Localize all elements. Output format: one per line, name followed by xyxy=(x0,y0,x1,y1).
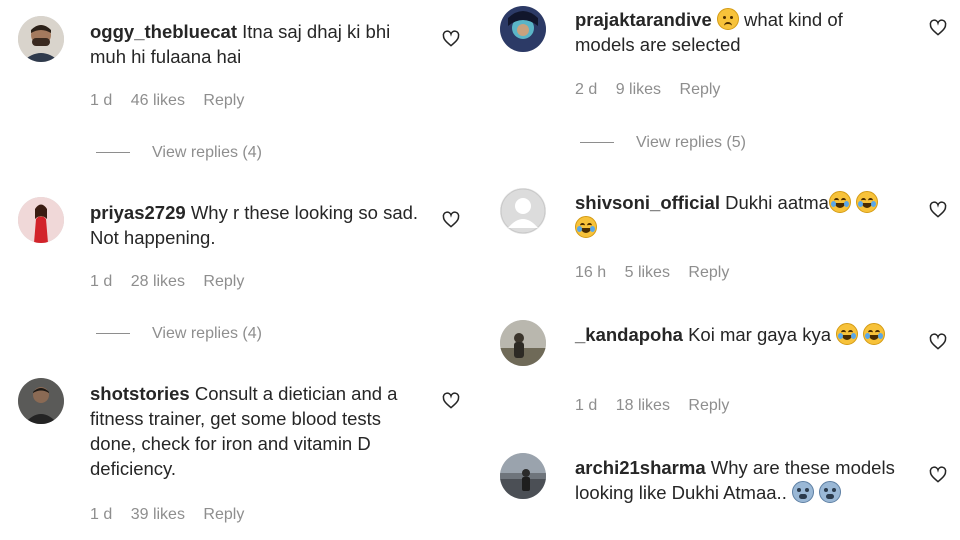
comment-text: _kandapoha Koi mar gaya kya xyxy=(575,322,905,347)
avatar[interactable] xyxy=(500,188,546,234)
crying-face-emoji-icon xyxy=(819,481,842,503)
view-replies-button[interactable]: View replies (4) xyxy=(96,325,262,343)
comment-text: prajaktarandive what kind of models are … xyxy=(575,7,895,57)
comment-meta: 1 d 46 likes Reply xyxy=(90,92,258,110)
like-count[interactable]: 18 likes xyxy=(616,397,670,414)
heart-icon[interactable] xyxy=(441,210,461,230)
reply-button[interactable]: Reply xyxy=(203,92,244,109)
reply-button[interactable]: Reply xyxy=(203,506,244,523)
crying-face-emoji-icon xyxy=(791,481,814,503)
avatar[interactable] xyxy=(500,320,546,366)
username-link[interactable]: shivsoni_official xyxy=(575,192,720,213)
like-count[interactable]: 39 likes xyxy=(131,506,185,523)
reply-button[interactable]: Reply xyxy=(688,397,729,414)
view-replies-button[interactable]: View replies (5) xyxy=(580,134,746,152)
comment-meta: 1 d 18 likes Reply xyxy=(575,397,743,415)
comment-meta: 16 h 5 likes Reply xyxy=(575,264,743,282)
laughing-tears-emoji-icon xyxy=(863,323,886,345)
avatar[interactable] xyxy=(18,378,64,424)
view-replies-label: View replies (5) xyxy=(636,134,746,151)
comment-time: 1 d xyxy=(90,273,113,290)
comment-text: shotstories Consult a dietician and a fi… xyxy=(90,381,425,481)
username-link[interactable]: shotstories xyxy=(90,383,190,404)
heart-icon[interactable] xyxy=(928,200,948,220)
comment-meta: 2 d 9 likes Reply xyxy=(575,81,734,99)
view-replies-label: View replies (4) xyxy=(152,144,262,161)
comment-time: 2 d xyxy=(575,81,598,98)
comment-meta: 1 d 28 likes Reply xyxy=(90,273,258,291)
comment-time: 1 d xyxy=(90,506,113,523)
reply-button[interactable]: Reply xyxy=(680,81,721,98)
username-link[interactable]: priyas2729 xyxy=(90,202,186,223)
reply-button[interactable]: Reply xyxy=(203,273,244,290)
comment-body: Koi mar gaya kya xyxy=(688,324,832,345)
username-link[interactable]: oggy_thebluecat xyxy=(90,21,237,42)
heart-icon[interactable] xyxy=(441,391,461,411)
divider xyxy=(96,152,130,154)
username-link[interactable]: _kandapoha xyxy=(575,324,683,345)
laughing-tears-emoji-icon xyxy=(856,191,879,213)
heart-icon[interactable] xyxy=(928,465,948,485)
like-count[interactable]: 28 likes xyxy=(131,273,185,290)
username-link[interactable]: archi21sharma xyxy=(575,457,706,478)
heart-icon[interactable] xyxy=(928,18,948,38)
sad-face-emoji-icon xyxy=(716,8,739,30)
like-count[interactable]: 9 likes xyxy=(616,81,661,98)
username-link[interactable]: prajaktarandive xyxy=(575,9,712,30)
reply-button[interactable]: Reply xyxy=(688,264,729,281)
laughing-tears-emoji-icon xyxy=(575,216,597,238)
view-replies-label: View replies (4) xyxy=(152,325,262,342)
heart-icon[interactable] xyxy=(441,29,461,49)
comment-time: 1 d xyxy=(575,397,598,414)
heart-icon[interactable] xyxy=(928,332,948,352)
laughing-tears-emoji-icon xyxy=(836,323,859,345)
comment-text: archi21sharma Why are these models looki… xyxy=(575,455,910,505)
divider xyxy=(580,142,614,144)
like-count[interactable]: 5 likes xyxy=(625,264,670,281)
avatar[interactable] xyxy=(18,197,64,243)
avatar[interactable] xyxy=(500,453,546,499)
avatar[interactable] xyxy=(500,6,546,52)
comment-meta: 1 d 39 likes Reply xyxy=(90,506,258,524)
comment-body: Dukhi aatma xyxy=(725,192,829,213)
comment-time: 1 d xyxy=(90,92,113,109)
laughing-tears-emoji-icon xyxy=(828,191,851,213)
comment-text: oggy_thebluecat Itna saj dhaj ki bhi muh… xyxy=(90,19,430,69)
divider xyxy=(96,333,130,335)
comment-text: priyas2729 Why r these looking so sad. N… xyxy=(90,200,420,250)
comment-time: 16 h xyxy=(575,264,607,281)
like-count[interactable]: 46 likes xyxy=(131,92,185,109)
comment-text: shivsoni_official Dukhi aatma xyxy=(575,190,905,240)
view-replies-button[interactable]: View replies (4) xyxy=(96,144,262,162)
avatar[interactable] xyxy=(18,16,64,62)
